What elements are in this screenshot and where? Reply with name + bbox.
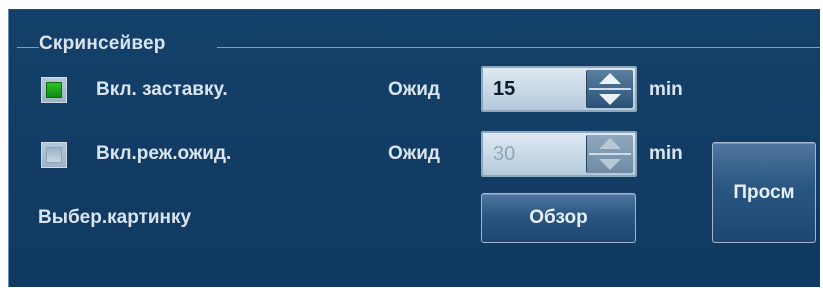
screensaver-wait-stepper[interactable]: [586, 70, 633, 108]
checkbox-check-indicator: [46, 147, 62, 163]
arrow-up-icon[interactable]: [599, 73, 621, 84]
screensaver-on-label: Вкл. заставку.: [96, 79, 228, 100]
standby-wait-stepper[interactable]: [586, 135, 633, 173]
choose-picture-label: Выбер.картинку: [38, 207, 192, 228]
standby-wait-spinbox[interactable]: 30: [481, 131, 637, 177]
standby-wait-value[interactable]: 30: [493, 143, 515, 166]
standby-checkbox[interactable]: [41, 142, 67, 168]
browse-button[interactable]: Обзор: [481, 193, 636, 243]
standby-on-label: Вкл.реж.ожид.: [96, 143, 232, 164]
checkbox-check-indicator: [46, 82, 62, 98]
screensaver-checkbox[interactable]: [41, 77, 67, 103]
screensaver-wait-label: Ожид: [388, 79, 440, 100]
arrow-down-icon[interactable]: [599, 159, 621, 170]
stepper-divider: [589, 88, 631, 90]
group-border-left: [17, 47, 39, 48]
standby-wait-label: Ожид: [388, 143, 440, 164]
screensaver-group-title: Скринсейвер: [39, 33, 166, 54]
arrow-down-icon[interactable]: [599, 94, 621, 105]
screensaver-wait-value[interactable]: 15: [493, 78, 515, 101]
screensaver-wait-spinbox[interactable]: 15: [481, 66, 637, 112]
screensaver-wait-unit: min: [649, 79, 683, 100]
arrow-up-icon[interactable]: [599, 138, 621, 149]
preview-button[interactable]: Просм: [712, 142, 816, 243]
standby-wait-unit: min: [649, 143, 683, 164]
group-border-right: [217, 47, 820, 48]
stepper-divider: [589, 153, 631, 155]
